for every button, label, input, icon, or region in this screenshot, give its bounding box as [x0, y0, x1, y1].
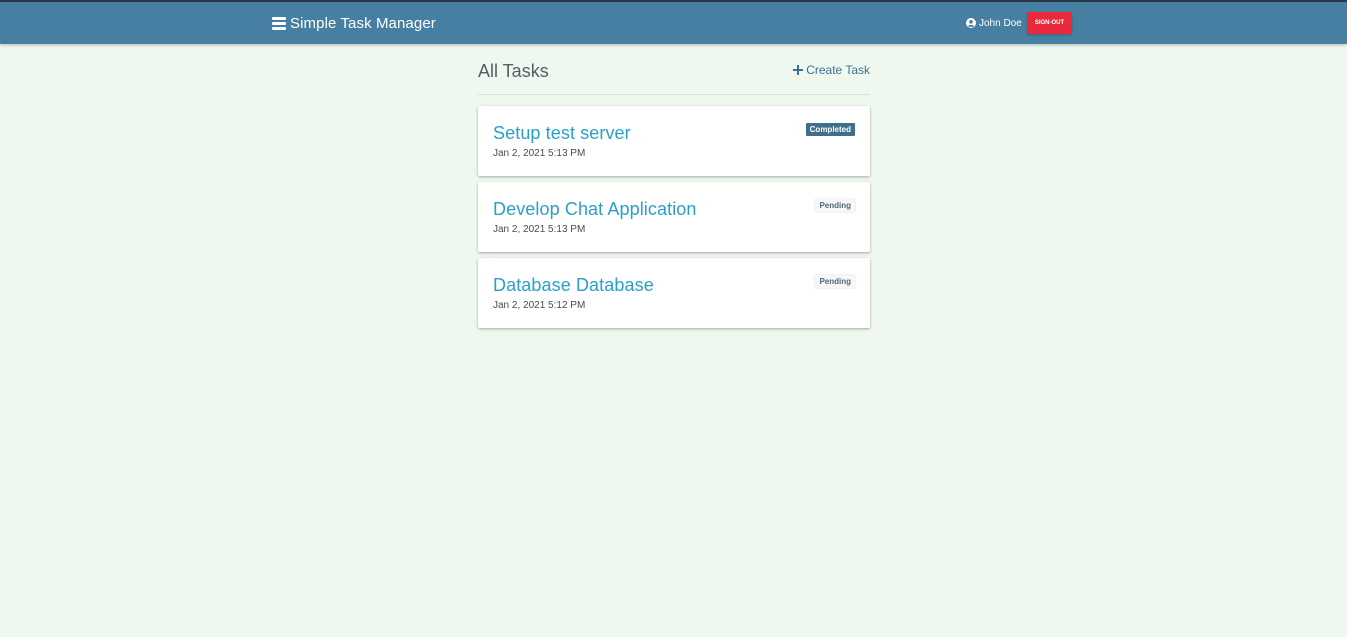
task-date: Jan 2, 2021 5:12 PM: [493, 300, 586, 311]
task-title[interactable]: Setup test server: [493, 123, 631, 144]
task-card[interactable]: Develop Chat Application Jan 2, 2021 5:1…: [478, 182, 870, 252]
navbar: Simple Task Manager John Doe SIGN-OUT: [0, 2, 1347, 44]
task-card[interactable]: Database Database Jan 2, 2021 5:12 PM Pe…: [478, 258, 870, 328]
page-title: All Tasks: [478, 61, 549, 81]
task-card[interactable]: Setup test server Jan 2, 2021 5:13 PM Co…: [478, 106, 870, 176]
menu-bars-icon: [272, 16, 286, 30]
user-circle-icon: [966, 18, 976, 28]
page-header: All Tasks Create Task: [478, 44, 870, 95]
task-list: Setup test server Jan 2, 2021 5:13 PM Co…: [478, 106, 870, 334]
brand-link[interactable]: Simple Task Manager: [272, 2, 436, 44]
sign-out-button[interactable]: SIGN-OUT: [1027, 12, 1072, 34]
create-task-link[interactable]: Create Task: [793, 63, 870, 77]
status-badge: Completed: [805, 123, 855, 136]
status-badge: Pending: [815, 199, 855, 212]
main-content: All Tasks Create Task Setup test server …: [478, 44, 870, 328]
plus-icon: [793, 65, 804, 75]
task-date: Jan 2, 2021 5:13 PM: [493, 224, 586, 235]
task-title[interactable]: Database Database: [493, 275, 654, 296]
status-badge: Pending: [815, 275, 855, 288]
user-name: John Doe: [979, 17, 1022, 29]
user-info[interactable]: John Doe: [966, 2, 1022, 44]
brand-title: Simple Task Manager: [290, 14, 436, 32]
task-date: Jan 2, 2021 5:13 PM: [493, 148, 586, 159]
task-title[interactable]: Develop Chat Application: [493, 199, 697, 220]
create-task-label: Create Task: [806, 63, 870, 77]
